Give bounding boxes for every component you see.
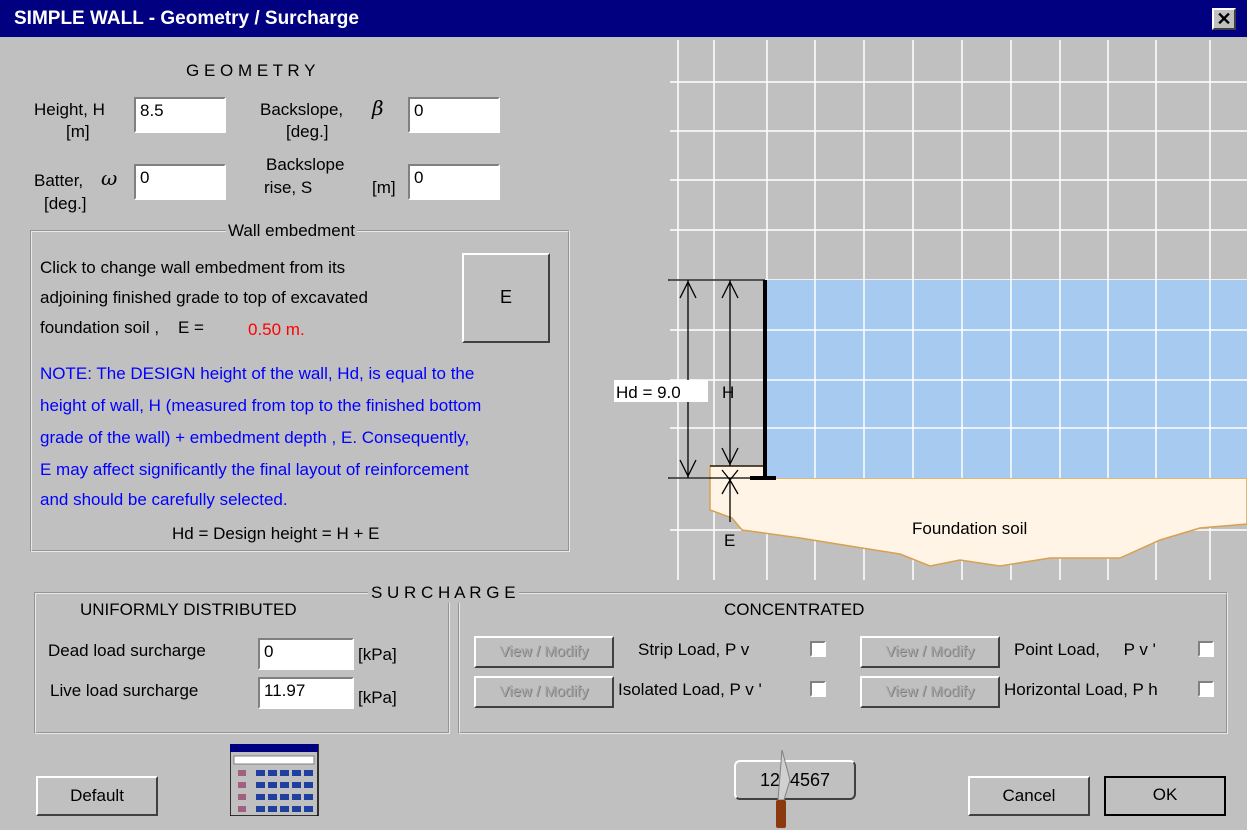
strip-load-view-button[interactable]: View / Modify (474, 636, 614, 668)
dead-load-unit: [kPa] (358, 645, 397, 664)
embedment-text-3: foundation soil , E = (40, 318, 204, 337)
strip-load-checkbox[interactable] (810, 641, 826, 657)
height-label: Height, H (34, 100, 105, 119)
foundation-soil (709, 465, 1247, 567)
live-load-label: Live load surcharge (50, 681, 199, 700)
cancel-button[interactable]: Cancel (968, 776, 1090, 816)
embedment-legend: Wall embedment (226, 221, 357, 241)
h-label: H (722, 383, 734, 402)
dialog-window: SIMPLE WALL - Geometry / Surcharge ✕ G E… (0, 0, 1247, 830)
dead-load-label: Dead load surcharge (48, 641, 206, 660)
strip-load-label: Strip Load, P v (638, 640, 750, 659)
dead-load-input[interactable]: 0 (258, 638, 354, 670)
backslope-label: Backslope, (260, 100, 344, 119)
isolated-load-label: Isolated Load, P v ' (618, 680, 762, 699)
note-line-2: height of wall, H (measured from top to … (40, 396, 482, 415)
point-load-view-button[interactable]: View / Modify (860, 636, 1000, 668)
live-load-input[interactable]: 11.97 (258, 677, 354, 709)
ok-button[interactable]: OK (1104, 776, 1226, 816)
backslope-input[interactable]: 0 (408, 97, 500, 133)
embedment-e-button[interactable]: E (462, 253, 550, 343)
batter-label: Batter, (34, 171, 84, 190)
note-line-4: E may affect significantly the final lay… (40, 460, 469, 479)
horizontal-load-checkbox[interactable] (1198, 681, 1214, 697)
horizontal-load-label: Horizontal Load, P h (1004, 680, 1158, 699)
wall-diagram: Hd = 9.0 H E Foundation soil (614, 40, 1247, 580)
note-line-3: grade of the wall) + embedment depth , E… (40, 428, 470, 447)
rise-unit: [m] (372, 178, 396, 197)
concentrated-heading: CONCENTRATED (724, 600, 865, 619)
isolated-load-checkbox[interactable] (810, 681, 826, 697)
knife-icon (776, 750, 791, 828)
backslope-unit: [deg.] (286, 122, 329, 141)
close-button[interactable]: ✕ (1212, 8, 1236, 30)
point-load-label: Point Load, P v ' (1014, 640, 1156, 659)
note-line-1: NOTE: The DESIGN height of the wall, Hd,… (40, 364, 475, 383)
hd-label: Hd = 9.0 (616, 383, 681, 402)
window-title: SIMPLE WALL - Geometry / Surcharge (14, 8, 359, 29)
height-unit: [m] (66, 122, 90, 141)
rise-label: Backslope (266, 155, 345, 174)
uniform-heading: UNIFORMLY DISTRIBUTED (80, 600, 297, 619)
default-button[interactable]: Default (36, 776, 158, 816)
batter-unit: [deg.] (44, 194, 87, 213)
soil-label: Foundation soil (912, 519, 1027, 538)
horizontal-load-view-button[interactable]: View / Modify (860, 676, 1000, 708)
e-label: E (724, 531, 735, 550)
embedment-text-2: adjoining finished grade to top of excav… (40, 288, 368, 307)
rise-label-2: rise, S (264, 178, 313, 197)
live-load-unit: [kPa] (358, 688, 397, 707)
rise-input[interactable]: 0 (408, 164, 500, 200)
calculator-icon[interactable] (230, 744, 320, 816)
wall-facing (763, 280, 767, 478)
note-line-5: and should be carefully selected. (40, 490, 288, 509)
omega-symbol: ω (101, 166, 118, 190)
beta-symbol: β (372, 96, 384, 120)
backfill-zone (767, 280, 1247, 478)
geometry-heading: G E O M E T R Y (186, 61, 316, 80)
embedment-value: 0.50 m. (248, 320, 305, 339)
title-bar[interactable]: SIMPLE WALL - Geometry / Surcharge ✕ (0, 0, 1247, 37)
isolated-load-view-button[interactable]: View / Modify (474, 676, 614, 708)
surcharge-heading: S U R C H A R G E (368, 583, 519, 603)
embedment-text-1: Click to change wall embedment from its (40, 258, 346, 277)
height-input[interactable]: 8.5 (134, 97, 226, 133)
batter-input[interactable]: 0 (134, 164, 226, 200)
point-load-checkbox[interactable] (1198, 641, 1214, 657)
design-height-formula: Hd = Design height = H + E (172, 524, 380, 543)
